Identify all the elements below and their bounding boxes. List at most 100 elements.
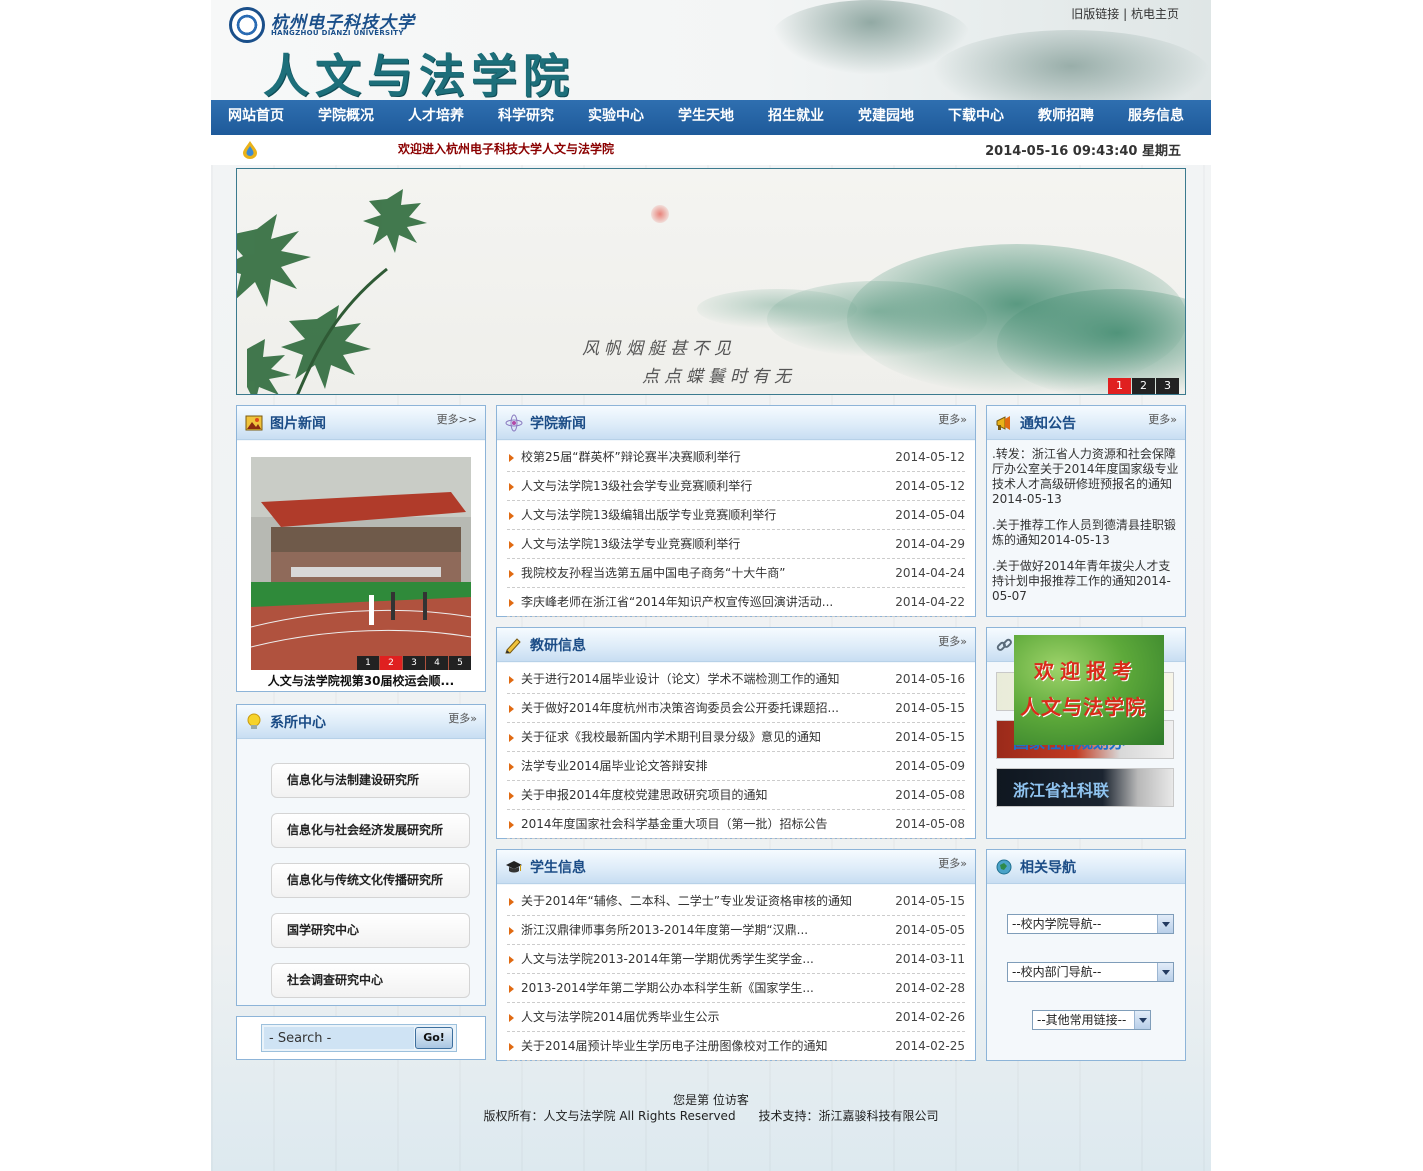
list-item: 2013-2014学年第二学期公办本科学生新《国家学生... 2014-02-28 [507,974,965,1003]
photo-page-1[interactable]: 1 [357,656,379,670]
news-date: 2014-05-16 [895,672,965,686]
old-version-link[interactable]: 旧版链接 [1071,7,1119,21]
banner-page-1[interactable]: 1 [1108,378,1131,394]
banner-sun [651,205,669,223]
notice-item[interactable]: .转发：浙江省人力资源和社会保障厅办公室关于2014年度国家级专业技术人才高级研… [992,447,1181,507]
notices-more-link[interactable]: 更多» [1148,411,1177,427]
photo-page-5[interactable]: 5 [449,656,471,670]
list-item: 关于征求《我校最新国内学术期刊目录分级》意见的通知 2014-05-15 [507,723,965,752]
photo-news-more-link[interactable]: 更多>> [437,411,477,427]
news-title-link[interactable]: 关于征求《我校最新国内学术期刊目录分级》意见的通知 [521,723,851,752]
nav-item-admissions[interactable]: 招生就业 [751,100,841,135]
dept-social-survey[interactable]: 社会调查研究中心 [271,963,470,998]
nav-item-recruitment[interactable]: 教师招聘 [1021,100,1111,135]
news-date: 2014-05-05 [895,923,965,937]
bullet-icon [509,454,514,462]
news-title-link[interactable]: 关于做好2014年度杭州市决策咨询委员会公开委托课题招... [521,694,851,723]
search-go-button[interactable]: Go! [415,1027,453,1049]
news-title-link[interactable]: 人文与法学院13级社会学专业竞赛顺利举行 [521,472,851,501]
banner-page-3[interactable]: 3 [1156,378,1179,394]
news-date: 2014-05-12 [895,450,965,464]
top-links-separator: | [1123,7,1128,21]
university-home-link[interactable]: 杭电主页 [1131,7,1179,21]
news-title-link[interactable]: 关于申报2014年度校党建思政研究项目的通知 [521,781,851,810]
list-item: 人文与法学院2013-2014年第一学期优秀学生奖学金... 2014-03-11 [507,945,965,974]
dept-info-law[interactable]: 信息化与法制建设研究所 [271,763,470,798]
banner-page-2[interactable]: 2 [1132,378,1155,394]
list-item: 关于做好2014年度杭州市决策咨询委员会公开委托课题招... 2014-05-15 [507,694,965,723]
college-nav-select[interactable]: --校内学院导航-- [1007,914,1174,934]
copyright: 版权所有：人文与法学院 All Rights Reserved 技术支持：浙江嘉… [483,1109,939,1123]
news-title-link[interactable]: 校第25届“群英杯”辩论赛半决赛顺利举行 [521,443,851,472]
nav-item-lab[interactable]: 实验中心 [571,100,661,135]
dept-info-culture[interactable]: 信息化与传统文化传播研究所 [271,863,470,898]
list-item: 关于2014年“辅修、二本科、二学士”专业发证资格审核的通知 2014-05-15 [507,887,965,916]
nav-item-students[interactable]: 学生天地 [661,100,751,135]
news-title-link[interactable]: 人文与法学院2014届优秀毕业生公示 [521,1003,851,1032]
news-title-link[interactable]: 人文与法学院13级编辑出版学专业竞赛顺利举行 [521,501,851,530]
news-date: 2014-05-15 [895,701,965,715]
list-item: 人文与法学院2014届优秀毕业生公示 2014-02-26 [507,1003,965,1032]
student-info-list: 关于2014年“辅修、二本科、二学士”专业发证资格审核的通知 2014-05-15… [497,885,975,1061]
info-bar: 欢迎进入杭州电子科技大学人文与法学院 2014-05-16 09:43:40 星… [211,135,1211,165]
globe-icon [996,859,1012,875]
photo-page-4[interactable]: 4 [426,656,448,670]
news-title-link[interactable]: 关于2014届预计毕业生学历电子注册图像校对工作的通知 [521,1032,851,1061]
bullet-icon [509,898,514,906]
banner-slideshow[interactable]: 风帆烟艇甚不见 点点蝶鬟时有无 1 2 3 [236,168,1186,395]
chevron-down-icon [1157,963,1173,981]
link-zhejiang-social-science[interactable]: 浙江省社科联 [996,768,1174,807]
photo-page-2[interactable]: 2 [380,656,402,670]
news-date: 2014-05-09 [895,759,965,773]
nav-item-research[interactable]: 科学研究 [481,100,571,135]
related-nav-box: 相关导航 --校内学院导航-- --校内部门导航-- --其他常用链接-- [986,849,1186,1061]
pencil-icon [505,638,521,654]
nav-item-services[interactable]: 服务信息 [1111,100,1201,135]
photo-page-3[interactable]: 3 [403,656,425,670]
bullet-icon [509,541,514,549]
departments-more-link[interactable]: 更多» [448,710,477,726]
news-title-link[interactable]: 2014年度国家社会科学基金重大项目（第一批）招标公告 [521,810,851,839]
university-logo[interactable] [229,7,265,43]
department-nav-select[interactable]: --校内部门导航-- [1007,962,1174,982]
photo-news-image[interactable]: 1 2 3 4 5 [251,457,471,670]
bullet-icon [509,956,514,964]
news-date: 2014-05-08 [895,788,965,802]
photo-news-title: 图片新闻 [270,416,326,432]
list-item: 关于2014届预计毕业生学历电子注册图像校对工作的通知 2014-02-25 [507,1032,965,1061]
news-title-link[interactable]: 我院校友孙程当选第五届中国电子商务“十大牛商” [521,559,851,588]
news-title-link[interactable]: 关于2014年“辅修、二本科、二学士”专业发证资格审核的通知 [521,887,851,916]
notice-item[interactable]: .关于推荐工作人员到德清县挂职锻炼的通知2014-05-13 [992,518,1181,548]
nav-item-downloads[interactable]: 下载中心 [931,100,1021,135]
common-links-select[interactable]: --其他常用链接-- [1032,1010,1151,1030]
news-date: 2014-05-15 [895,894,965,908]
student-info-more-link[interactable]: 更多» [938,855,967,871]
college-news-more-link[interactable]: 更多» [938,411,967,427]
admission-popup-ad[interactable]: 欢迎报考 人文与法学院 [1014,635,1164,745]
news-title-link[interactable]: 法学专业2014届毕业论文答辩安排 [521,752,851,781]
photo-news-body: 1 2 3 4 5 人文与法学院视第30届校运会顺... [237,441,485,691]
dept-info-economy[interactable]: 信息化与社会经济发展研究所 [271,813,470,848]
news-title-link[interactable]: 人文与法学院2013-2014年第一学期优秀学生奖学金... [521,945,851,974]
water-drop-icon [243,141,257,159]
footer: 您是第 位访客 版权所有：人文与法学院 All Rights Reserved … [211,1092,1211,1124]
news-title-link[interactable]: 2013-2014学年第二学期公办本科学生新《国家学生... [521,974,851,1003]
news-title-link[interactable]: 李庆峰老师在浙江省“2014年知识产权宣传巡回演讲活动... [521,588,851,617]
news-title-link[interactable]: 浙江汉鼎律师事务所2013-2014年度第一学期“汉鼎... [521,916,851,945]
departments-box: 系所中心 更多» 信息化与法制建设研究所 信息化与社会经济发展研究所 信息化与传… [236,704,486,1006]
news-date: 2014-05-15 [895,730,965,744]
nav-item-about[interactable]: 学院概况 [301,100,391,135]
bullet-icon [509,763,514,771]
nav-item-education[interactable]: 人才培养 [391,100,481,135]
research-info-more-link[interactable]: 更多» [938,633,967,649]
photo-news-caption[interactable]: 人文与法学院视第30届校运会顺... [251,672,471,689]
nav-item-party[interactable]: 党建园地 [841,100,931,135]
search-box: Go! [236,1016,486,1060]
news-title-link[interactable]: 关于进行2014届毕业设计（论文）学术不端检测工作的通知 [521,665,851,694]
nav-item-home[interactable]: 网站首页 [211,100,301,135]
dept-sinology[interactable]: 国学研究中心 [271,913,470,948]
notice-item[interactable]: .关于做好2014年青年拔尖人才支持计划申报推荐工作的通知2014-05-07 [992,559,1181,604]
news-title-link[interactable]: 人文与法学院13级法学专业竞赛顺利举行 [521,530,851,559]
bullet-icon [509,792,514,800]
search-input[interactable] [264,1027,414,1049]
